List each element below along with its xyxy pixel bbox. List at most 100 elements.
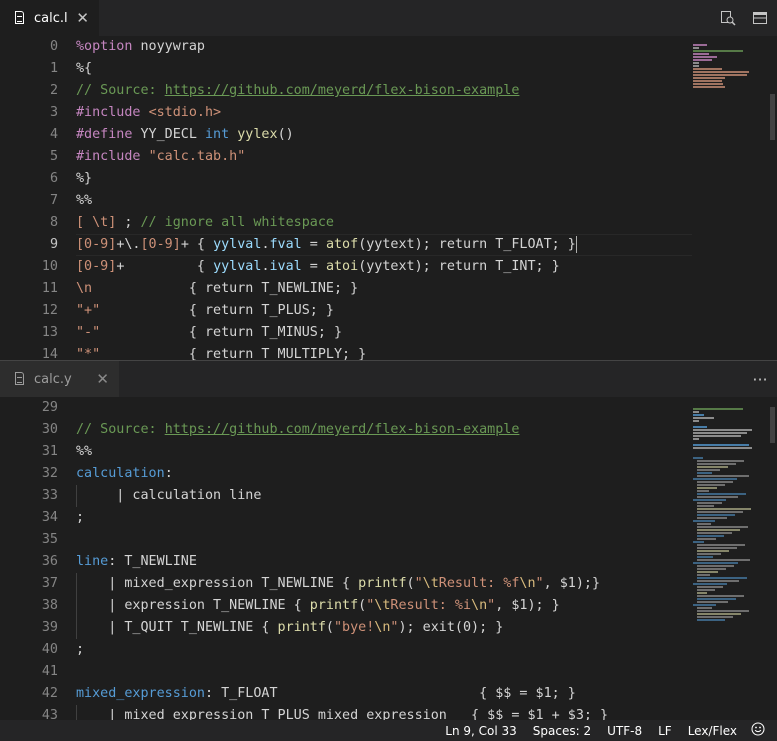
code-line[interactable]: // Source: https://github.com/meyerd/fle… [76,80,692,102]
indentation-setting[interactable]: Spaces: 2 [525,724,599,738]
minimap-line [693,541,704,543]
code-line[interactable]: mixed_expression: T_FLOAT { $$ = $1; } [76,683,692,705]
code-line[interactable]: calculation: [76,463,692,485]
code-token: | calculation line [76,488,262,503]
line-number: 30 [41,422,58,437]
code-token: [0-9] [76,237,117,252]
minimap-line [697,571,718,573]
minimap-line [697,574,710,576]
line-number: 14 [41,347,58,360]
code-line[interactable] [76,529,692,551]
code-token[interactable]: https://github.com/meyerd/flex-bison-exa… [165,83,520,98]
code-line[interactable]: #include <stdio.h> [76,102,692,124]
tab-calc-y[interactable]: calc.y ✕ [0,361,119,397]
scrollbar-thumb[interactable] [770,94,775,140]
code-line[interactable]: #define YY_DECL int yylex() [76,124,692,146]
code-token: ival [269,259,302,274]
split-editor-icon[interactable] [751,9,769,27]
minimap[interactable] [693,397,763,720]
minimap-line [697,565,734,567]
code-line[interactable]: [ \t] ; // ignore all whitespace [76,212,692,234]
code-editor-top[interactable]: 0123456789101112131415 %option noyywrap%… [0,36,777,360]
vertical-scrollbar[interactable] [763,397,777,720]
indent-guide [76,705,77,720]
code-line[interactable]: "+" { return T_PLUS; } [76,300,692,322]
code-token[interactable]: https://github.com/meyerd/flex-bison-exa… [165,422,520,437]
code-token: yylval [213,237,262,252]
code-line[interactable]: | mixed_expression T_NEWLINE { printf("\… [76,573,692,595]
code-line[interactable]: ; [76,639,692,661]
line-number: 43 [41,708,58,720]
minimap-line [693,604,716,606]
code-line[interactable]: ; [76,507,692,529]
code-line[interactable] [76,661,692,683]
line-number: 36 [41,554,58,569]
open-preview-icon[interactable] [719,9,737,27]
code-area[interactable]: // Source: https://github.com/meyerd/fle… [76,397,692,720]
minimap-line [697,619,725,621]
code-area[interactable]: %option noyywrap %{ // Source: https://git… [76,36,692,360]
file-icon [14,372,26,386]
minimap-line [693,414,704,416]
code-line[interactable]: | expression T_NEWLINE { printf("\tResul… [76,595,692,617]
code-token: line [76,554,109,569]
close-tab-icon[interactable]: ✕ [96,371,109,387]
vertical-scrollbar[interactable] [763,36,777,360]
code-line[interactable]: %option noyywrap [76,36,692,58]
code-line[interactable]: "*" { return T_MULTIPLY; } [76,344,692,360]
eol-setting[interactable]: LF [650,724,680,738]
code-token: . [261,237,270,252]
language-mode[interactable]: Lex/Flex [680,724,745,738]
code-line[interactable]: | calculation line [76,485,692,507]
minimap-line [697,484,725,486]
code-line[interactable]: #include "calc.tab.h" [76,146,692,168]
minimap-line [693,432,747,434]
minimap-line [697,481,733,483]
code-line[interactable]: | mixed_expression T_PLUS mixed_expressi… [76,705,692,720]
cursor-position[interactable]: Ln 9, Col 33 [437,724,525,738]
code-line[interactable]: \n { return T_NEWLINE; } [76,278,692,300]
smiley-feedback-icon[interactable] [745,722,777,740]
code-line[interactable]: | T_QUIT T_NEWLINE { printf("bye!\n"); e… [76,617,692,639]
scrollbar-thumb[interactable] [770,407,775,443]
line-number: 39 [41,620,58,635]
minimap-line [697,472,712,474]
code-token: atof [325,237,359,252]
code-line[interactable]: %% [76,441,692,463]
close-tab-icon[interactable]: ✕ [76,10,89,26]
minimap-line [697,526,748,528]
line-number: 40 [41,642,58,657]
code-token: : [164,466,173,481]
more-actions-icon[interactable]: ··· [751,370,769,389]
code-line[interactable]: line: T_NEWLINE [76,551,692,573]
code-line[interactable]: %{ [76,58,692,80]
code-line[interactable] [76,397,692,419]
minimap-line [697,613,741,615]
minimap-line [693,56,718,58]
code-editor-bottom[interactable]: 29 30 31 32 33 34 35 36 37 38 39 40 41 42 43 // Source… [0,397,777,720]
editor-actions-top [719,0,769,36]
minimap-line [697,475,749,477]
text-cursor [575,235,577,253]
tab-calc-l[interactable]: calc.l ✕ [0,0,99,36]
code-line[interactable]: %% [76,190,692,212]
minimap[interactable] [693,36,763,360]
code-line[interactable]: [0-9]+ { yylval.ival = atoi(yytext); ret… [76,256,692,278]
code-token: \n [471,598,488,613]
code-line[interactable]: %} [76,168,692,190]
tab-bar-top: calc.l ✕ [0,0,777,36]
file-icon [14,11,26,25]
line-number: 4 [49,127,58,142]
code-line[interactable]: "-" { return T_MINUS; } [76,322,692,344]
minimap-line [697,559,750,561]
line-number: 42 [41,686,58,701]
minimap-line [693,426,707,428]
code-line[interactable]: // Source: https://github.com/meyerd/fle… [76,419,692,441]
code-line[interactable]: [0-9]+\.[0-9]+ { yylval.fval = atof(yyte… [76,234,692,256]
line-number: 34 [41,510,58,525]
line-number: 12 [41,303,58,318]
code-token: %{ [76,61,93,76]
encoding-setting[interactable]: UTF-8 [599,724,650,738]
line-number: 29 [41,400,58,415]
minimap-line [697,610,749,612]
